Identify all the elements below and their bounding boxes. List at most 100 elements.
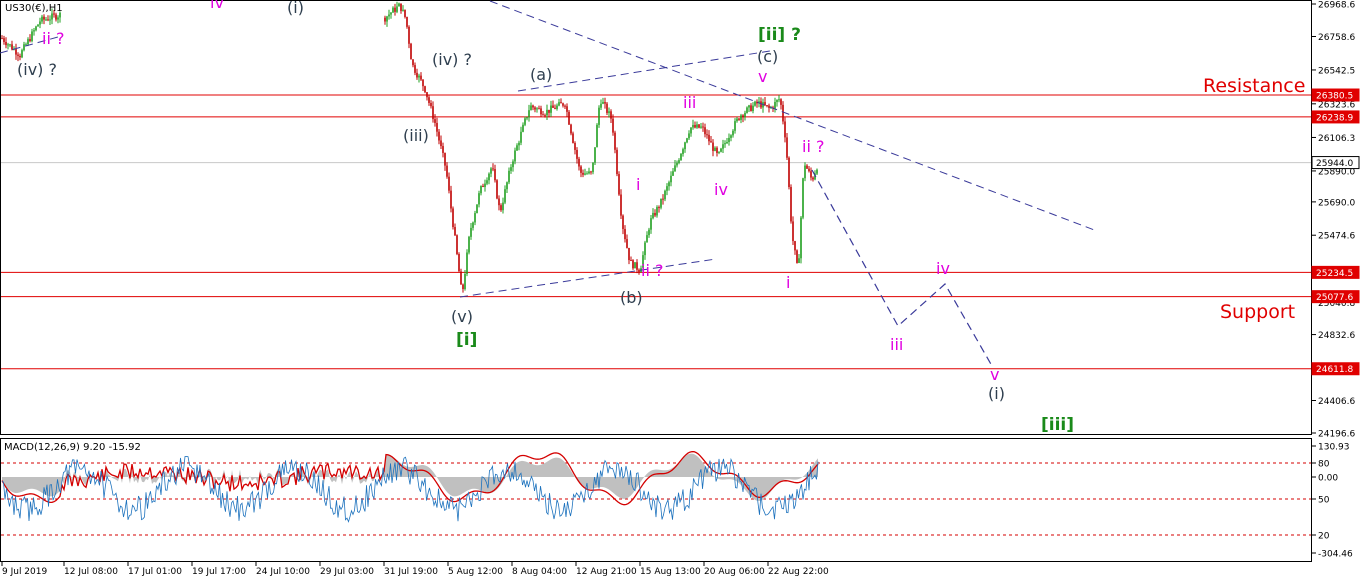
candle-body bbox=[45, 19, 47, 21]
candle-body bbox=[568, 111, 570, 125]
price-tag-text-support-upper: 25234.5 bbox=[1316, 269, 1353, 279]
candle-body bbox=[808, 168, 810, 172]
candle-body bbox=[466, 252, 468, 274]
main-chart-frame bbox=[0, 0, 1312, 435]
candle-body bbox=[410, 43, 412, 60]
candle-body bbox=[774, 101, 776, 109]
candle-body bbox=[720, 148, 722, 152]
candle-body bbox=[726, 142, 728, 144]
candle-body bbox=[470, 227, 472, 237]
candle-body bbox=[776, 99, 778, 102]
candle-body bbox=[604, 102, 606, 104]
macd-panel-frame bbox=[0, 438, 1312, 562]
candle-body bbox=[422, 79, 424, 87]
candle-body bbox=[780, 99, 782, 105]
candle-body bbox=[680, 153, 682, 161]
x-tick-label: 19 Jul 17:00 bbox=[192, 567, 246, 577]
wave-label: i bbox=[786, 273, 790, 292]
candle-body bbox=[748, 105, 750, 108]
candle-body bbox=[472, 222, 474, 228]
candle-body bbox=[572, 133, 574, 143]
wave-label: (i) bbox=[287, 0, 304, 17]
candle-body bbox=[628, 247, 630, 261]
x-tick-label: 12 Jul 08:00 bbox=[64, 567, 118, 577]
candle-body bbox=[816, 169, 818, 174]
candle-body bbox=[458, 254, 460, 272]
candle-body bbox=[704, 127, 706, 135]
candle-body bbox=[434, 119, 436, 123]
wave-label: iv bbox=[210, 0, 224, 12]
x-tick-label: 12 Aug 21:00 bbox=[576, 567, 637, 577]
candle-body bbox=[3, 38, 5, 42]
candle-body bbox=[25, 44, 27, 46]
candle-body bbox=[494, 169, 496, 181]
candle-body bbox=[754, 101, 756, 106]
x-tick-label: 24 Jul 10:00 bbox=[256, 567, 310, 577]
candle-body bbox=[740, 115, 742, 120]
candle-body bbox=[702, 126, 704, 128]
macd-label: MACD(12,26,9) 9.20 -15.92 bbox=[4, 442, 141, 453]
candle-body bbox=[646, 235, 648, 243]
candle-body bbox=[43, 16, 45, 20]
candle-body bbox=[620, 194, 622, 216]
candle-body bbox=[584, 173, 586, 175]
y-tick-label: 26106.3 bbox=[1318, 134, 1355, 144]
candle-body bbox=[558, 102, 560, 106]
candle-body bbox=[33, 30, 35, 32]
candle-body bbox=[716, 147, 718, 153]
candle-body bbox=[504, 189, 506, 203]
candle-body bbox=[744, 112, 746, 117]
candle-body bbox=[782, 104, 784, 122]
wave-label: iv bbox=[714, 180, 728, 199]
wave-label: (v) bbox=[451, 307, 473, 326]
candle-body bbox=[790, 187, 792, 222]
candle-body bbox=[532, 105, 534, 108]
candle-body bbox=[1, 38, 3, 40]
candle-body bbox=[694, 124, 696, 128]
candle-body bbox=[662, 198, 664, 200]
macd-tick-label: 20 bbox=[1318, 532, 1330, 542]
candle-body bbox=[668, 182, 670, 187]
candle-body bbox=[676, 162, 678, 166]
y-tick-label: 24196.6 bbox=[1318, 430, 1355, 440]
candle-body bbox=[11, 44, 13, 50]
candle-body bbox=[746, 107, 748, 113]
candle-body bbox=[658, 207, 660, 209]
wave-label: (i) bbox=[988, 384, 1005, 403]
candle-body bbox=[490, 168, 492, 174]
price-tag-text-support-lower: 25077.6 bbox=[1316, 293, 1353, 303]
price-tag-text-resistance-lower: 26238.9 bbox=[1316, 113, 1353, 123]
candle-body bbox=[732, 130, 734, 136]
candle-body bbox=[41, 16, 43, 22]
candle-body bbox=[49, 19, 51, 21]
candle-body bbox=[706, 134, 708, 136]
candle-body bbox=[710, 141, 712, 143]
candle-body bbox=[644, 242, 646, 256]
candle-body bbox=[482, 185, 484, 187]
candle-body bbox=[476, 204, 478, 214]
candle-body bbox=[550, 105, 552, 113]
y-tick-label: 26323.6 bbox=[1318, 100, 1355, 110]
candle-body bbox=[634, 262, 636, 269]
candle-body bbox=[812, 177, 814, 180]
candle-body bbox=[21, 50, 23, 58]
candle-body bbox=[700, 126, 702, 128]
candle-body bbox=[712, 142, 714, 151]
candle-body bbox=[510, 167, 512, 171]
candle-body bbox=[37, 24, 39, 27]
candle-body bbox=[542, 114, 544, 116]
candle-body bbox=[398, 3, 400, 7]
candle-body bbox=[39, 21, 41, 25]
y-tick-label: 24832.6 bbox=[1318, 331, 1355, 341]
candle-body bbox=[23, 44, 25, 51]
candle-body bbox=[682, 149, 684, 154]
wave-label: iii bbox=[683, 93, 696, 112]
candle-body bbox=[454, 227, 456, 236]
candle-body bbox=[800, 217, 802, 259]
x-tick-label: 8 Aug 04:00 bbox=[512, 567, 567, 577]
candle-body bbox=[486, 180, 488, 184]
candle-body bbox=[55, 14, 57, 20]
x-tick-label: 29 Jul 03:00 bbox=[320, 567, 374, 577]
candle-body bbox=[686, 138, 688, 143]
candle-body bbox=[506, 182, 508, 190]
